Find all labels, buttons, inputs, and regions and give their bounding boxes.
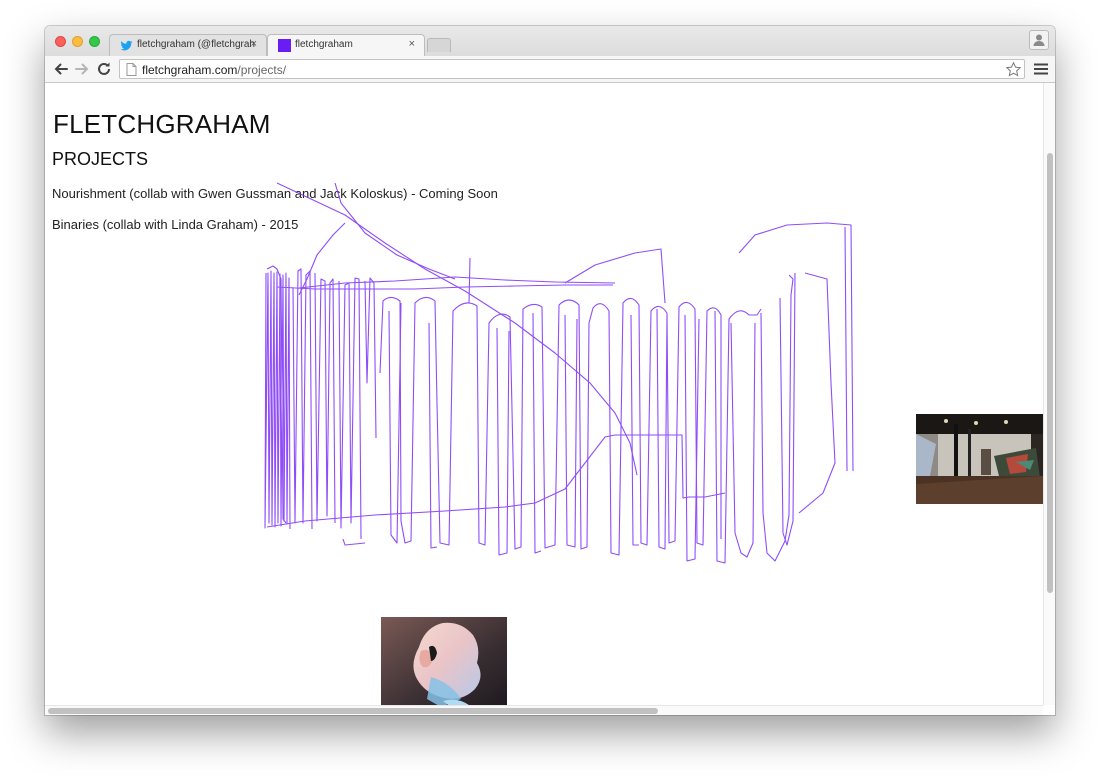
vertical-scroll-thumb[interactable] [1047,153,1053,593]
address-bar[interactable]: fletchgraham.com/projects/ [119,59,1025,79]
vertical-scrollbar[interactable] [1043,83,1055,705]
profile-button[interactable] [1029,30,1049,50]
horizontal-scroll-thumb[interactable] [48,708,658,714]
twitter-bird-icon [120,40,133,51]
browser-window: fletchgraham (@fletchgraham) × fletchgra… [45,26,1055,715]
tab-title: fletchgraham (@fletchgraham) [137,39,255,50]
tab-title: fletchgraham [295,39,353,50]
tab-close-icon[interactable]: × [409,38,415,50]
reload-icon[interactable] [94,59,114,79]
tab-twitter[interactable]: fletchgraham (@fletchgraham) × [109,34,267,56]
tab-fletchgraham[interactable]: fletchgraham × [267,34,425,56]
project-thumbnail-gallery[interactable] [916,414,1043,504]
scribble-drawing [264,182,854,564]
purple-square-icon [278,39,291,52]
page-viewport: FLETCHGRAHAM PROJECTS Nourishment (colla… [45,83,1055,715]
zoom-window-button[interactable] [89,36,100,47]
url-text: fletchgraham.com/projects/ [142,63,286,77]
user-icon [1033,34,1045,46]
tab-close-icon[interactable]: × [251,38,257,50]
minimize-window-button[interactable] [72,36,83,47]
page-icon [126,63,137,76]
back-arrow-icon[interactable] [51,59,71,79]
forward-arrow-icon[interactable] [72,59,92,79]
abstract-art-image [381,617,507,707]
tab-strip: fletchgraham (@fletchgraham) × fletchgra… [45,26,1055,56]
project-thumbnail-art[interactable] [381,617,507,707]
horizontal-scrollbar[interactable] [45,705,1043,715]
url-path: /projects/ [237,63,287,77]
gallery-photo [916,414,1043,504]
new-tab-button[interactable] [427,38,451,52]
hamburger-menu-icon[interactable] [1033,61,1049,77]
close-window-button[interactable] [55,36,66,47]
url-host: fletchgraham.com [142,63,238,77]
bookmark-star-icon[interactable] [1005,61,1022,78]
browser-toolbar: fletchgraham.com/projects/ [45,56,1055,83]
